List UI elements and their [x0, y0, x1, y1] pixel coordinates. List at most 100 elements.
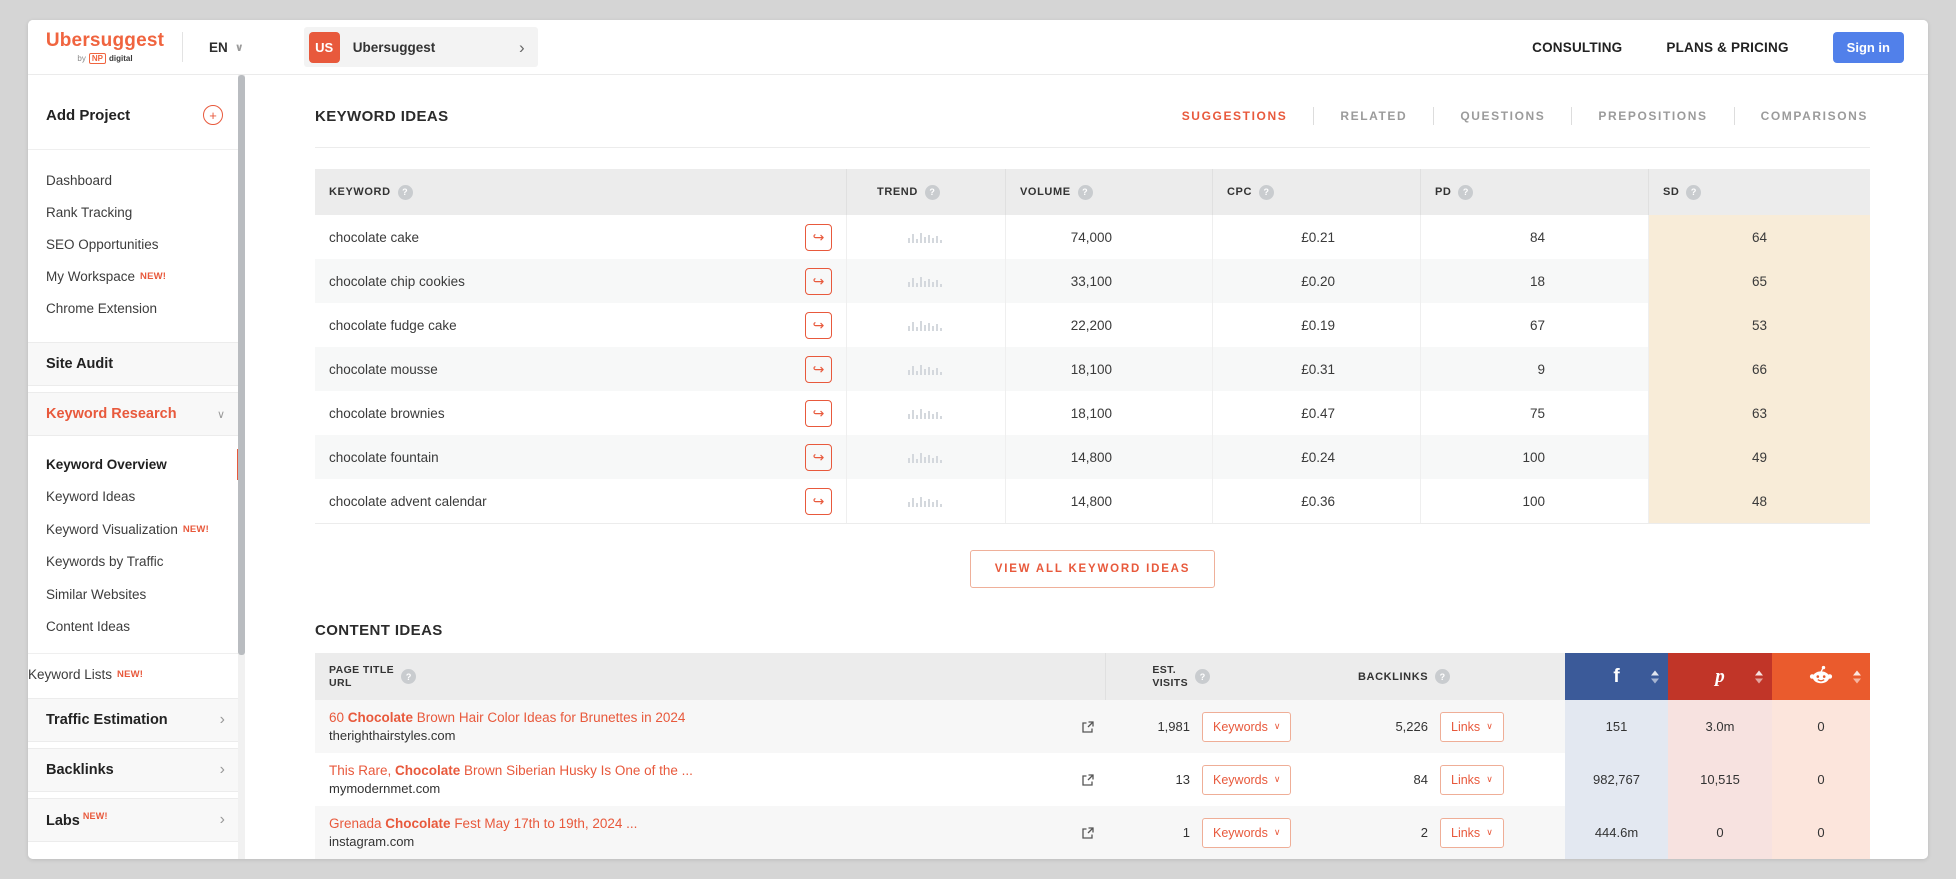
open-keyword-button[interactable]: ↪	[805, 488, 832, 515]
help-icon[interactable]: ?	[1259, 185, 1274, 200]
chevron-down-icon: ∨	[1486, 721, 1493, 732]
sign-in-button[interactable]: Sign in	[1833, 32, 1904, 63]
sidebar-item-keyword-visualization[interactable]: Keyword VisualizationNEW!	[28, 513, 245, 546]
help-icon[interactable]: ?	[1435, 669, 1450, 684]
pinterest-icon: p	[1715, 666, 1725, 688]
sort-asc-icon[interactable]	[1853, 670, 1861, 675]
chevron-down-icon: ∨	[1274, 774, 1281, 785]
sidebar-scrollbar[interactable]	[238, 75, 245, 859]
help-icon[interactable]: ?	[1078, 185, 1093, 200]
sidebar-item-keyword-overview[interactable]: Keyword Overview	[28, 448, 245, 481]
nav-plans-pricing[interactable]: PLANS & PRICING	[1666, 40, 1788, 55]
sidebar-section-labs[interactable]: LabsNEW! ›	[28, 798, 245, 842]
sidebar-item-content-ideas[interactable]: Content Ideas	[28, 611, 245, 644]
sidebar-section-site-audit[interactable]: Site Audit	[28, 342, 245, 386]
facebook-icon: f	[1613, 666, 1619, 688]
tab-comparisons[interactable]: COMPARISONS	[1734, 107, 1870, 125]
keywords-dropdown-button[interactable]: Keywords∨	[1202, 818, 1291, 848]
column-header-facebook-sort[interactable]: f	[1565, 653, 1668, 700]
sort-asc-icon[interactable]	[1651, 670, 1659, 675]
sort-asc-icon[interactable]	[1755, 670, 1763, 675]
column-header-sd[interactable]: SD?	[1648, 169, 1870, 215]
arrow-icon: ↪	[813, 317, 825, 334]
column-header-volume[interactable]: VOLUME?	[1005, 169, 1212, 215]
column-header-pd[interactable]: PD?	[1420, 169, 1648, 215]
ubersuggest-logo[interactable]: Ubersuggest by NP digital	[44, 31, 166, 64]
tab-suggestions[interactable]: SUGGESTIONS	[1156, 107, 1314, 125]
view-all-keyword-ideas-button[interactable]: VIEW ALL KEYWORD IDEAS	[970, 550, 1216, 588]
page-url: mymodernmet.com	[329, 781, 693, 796]
sd-cell: 64	[1648, 215, 1870, 259]
chevron-right-icon: ›	[220, 712, 225, 728]
keywords-dropdown-button[interactable]: Keywords∨	[1202, 712, 1291, 742]
keywords-dropdown-button[interactable]: Keywords∨	[1202, 765, 1291, 795]
sidebar-item-similar-websites[interactable]: Similar Websites	[28, 578, 245, 611]
column-header-page-title-url[interactable]: PAGE TITLE URL ?	[315, 653, 1105, 700]
page-title-link[interactable]: Grenada Chocolate Fest May 17th to 19th,…	[329, 816, 637, 831]
add-project-button[interactable]: Add Project +	[28, 75, 245, 150]
nav-consulting[interactable]: CONSULTING	[1532, 40, 1622, 55]
sort-arrows[interactable]	[1853, 670, 1861, 683]
sidebar-item-keywords-by-traffic[interactable]: Keywords by Traffic	[28, 546, 245, 579]
help-icon[interactable]: ?	[401, 669, 416, 684]
open-keyword-button[interactable]: ↪	[805, 268, 832, 295]
help-icon[interactable]: ?	[1195, 669, 1210, 684]
help-icon[interactable]: ?	[398, 185, 413, 200]
open-keyword-button[interactable]: ↪	[805, 312, 832, 339]
links-dropdown-button[interactable]: Links∨	[1440, 818, 1504, 848]
help-icon[interactable]: ?	[1686, 185, 1701, 200]
column-header-keyword[interactable]: KEYWORD?	[315, 169, 846, 215]
logo-byline: by NP digital	[77, 53, 132, 64]
sidebar-item-my-workspace[interactable]: My WorkspaceNEW!	[28, 260, 245, 292]
sort-arrows[interactable]	[1651, 670, 1659, 683]
column-header-trend[interactable]: TREND?	[846, 169, 1005, 215]
external-link-icon[interactable]	[1081, 826, 1095, 840]
sort-desc-icon[interactable]	[1853, 678, 1861, 683]
column-header-backlinks[interactable]: BACKLINKS ?	[1302, 653, 1510, 700]
sidebar-item-dashboard[interactable]: Dashboard	[28, 164, 245, 196]
table-row: chocolate fountain↪ 14,800 £0.24 100 49	[315, 435, 1870, 479]
page-title-link[interactable]: 60 Chocolate Brown Hair Color Ideas for …	[329, 710, 685, 725]
project-name: Ubersuggest	[353, 40, 506, 55]
tab-questions[interactable]: QUESTIONS	[1433, 107, 1571, 125]
help-icon[interactable]: ?	[925, 185, 940, 200]
content-ideas-table: PAGE TITLE URL ? EST. VISITS ? BACKLINK	[315, 653, 1870, 859]
sidebar-item-keyword-ideas[interactable]: Keyword Ideas	[28, 481, 245, 514]
sidebar-item-keyword-lists[interactable]: Keyword ListsNEW!	[28, 653, 245, 692]
external-link-icon[interactable]	[1081, 720, 1095, 734]
open-keyword-button[interactable]: ↪	[805, 400, 832, 427]
language-selector[interactable]: EN ∨	[209, 40, 244, 55]
external-link-icon[interactable]	[1081, 773, 1095, 787]
sort-desc-icon[interactable]	[1651, 678, 1659, 683]
links-dropdown-button[interactable]: Links∨	[1440, 712, 1504, 742]
arrow-icon: ↪	[813, 273, 825, 290]
column-header-pinterest-sort[interactable]: p	[1668, 653, 1772, 700]
arrow-icon: ↪	[813, 405, 825, 422]
sidebar-section-keyword-research[interactable]: Keyword Research ∨	[28, 392, 245, 436]
sidebar-item-chrome-extension[interactable]: Chrome Extension	[28, 292, 245, 324]
sidebar-section-backlinks[interactable]: Backlinks ›	[28, 748, 245, 792]
help-icon[interactable]: ?	[1458, 185, 1473, 200]
open-keyword-button[interactable]: ↪	[805, 356, 832, 383]
main-content: KEYWORD IDEAS SUGGESTIONS RELATED QUESTI…	[245, 75, 1928, 859]
open-keyword-button[interactable]: ↪	[805, 224, 832, 251]
scrollbar-thumb[interactable]	[238, 75, 245, 655]
logo-title: Ubersuggest	[46, 31, 164, 51]
column-header-reddit-sort[interactable]	[1772, 653, 1870, 700]
sort-arrows[interactable]	[1755, 670, 1763, 683]
sidebar-section-traffic-estimation[interactable]: Traffic Estimation ›	[28, 698, 245, 742]
column-header-cpc[interactable]: CPC?	[1212, 169, 1420, 215]
tab-related[interactable]: RELATED	[1313, 107, 1433, 125]
chevron-down-icon: ∨	[1486, 827, 1493, 838]
open-keyword-button[interactable]: ↪	[805, 444, 832, 471]
column-header-est-visits[interactable]: EST. VISITS ?	[1105, 653, 1302, 700]
page-title-link[interactable]: This Rare, Chocolate Brown Siberian Husk…	[329, 763, 693, 778]
sidebar-item-rank-tracking[interactable]: Rank Tracking	[28, 196, 245, 228]
tab-prepositions[interactable]: PREPOSITIONS	[1571, 107, 1733, 125]
page-url: instagram.com	[329, 834, 637, 849]
keyword-research-submenu: Keyword Overview Keyword Ideas Keyword V…	[28, 436, 245, 653]
links-dropdown-button[interactable]: Links∨	[1440, 765, 1504, 795]
sidebar-item-seo-opportunities[interactable]: SEO Opportunities	[28, 228, 245, 260]
project-breadcrumb[interactable]: US Ubersuggest ›	[304, 27, 538, 67]
sort-desc-icon[interactable]	[1755, 678, 1763, 683]
